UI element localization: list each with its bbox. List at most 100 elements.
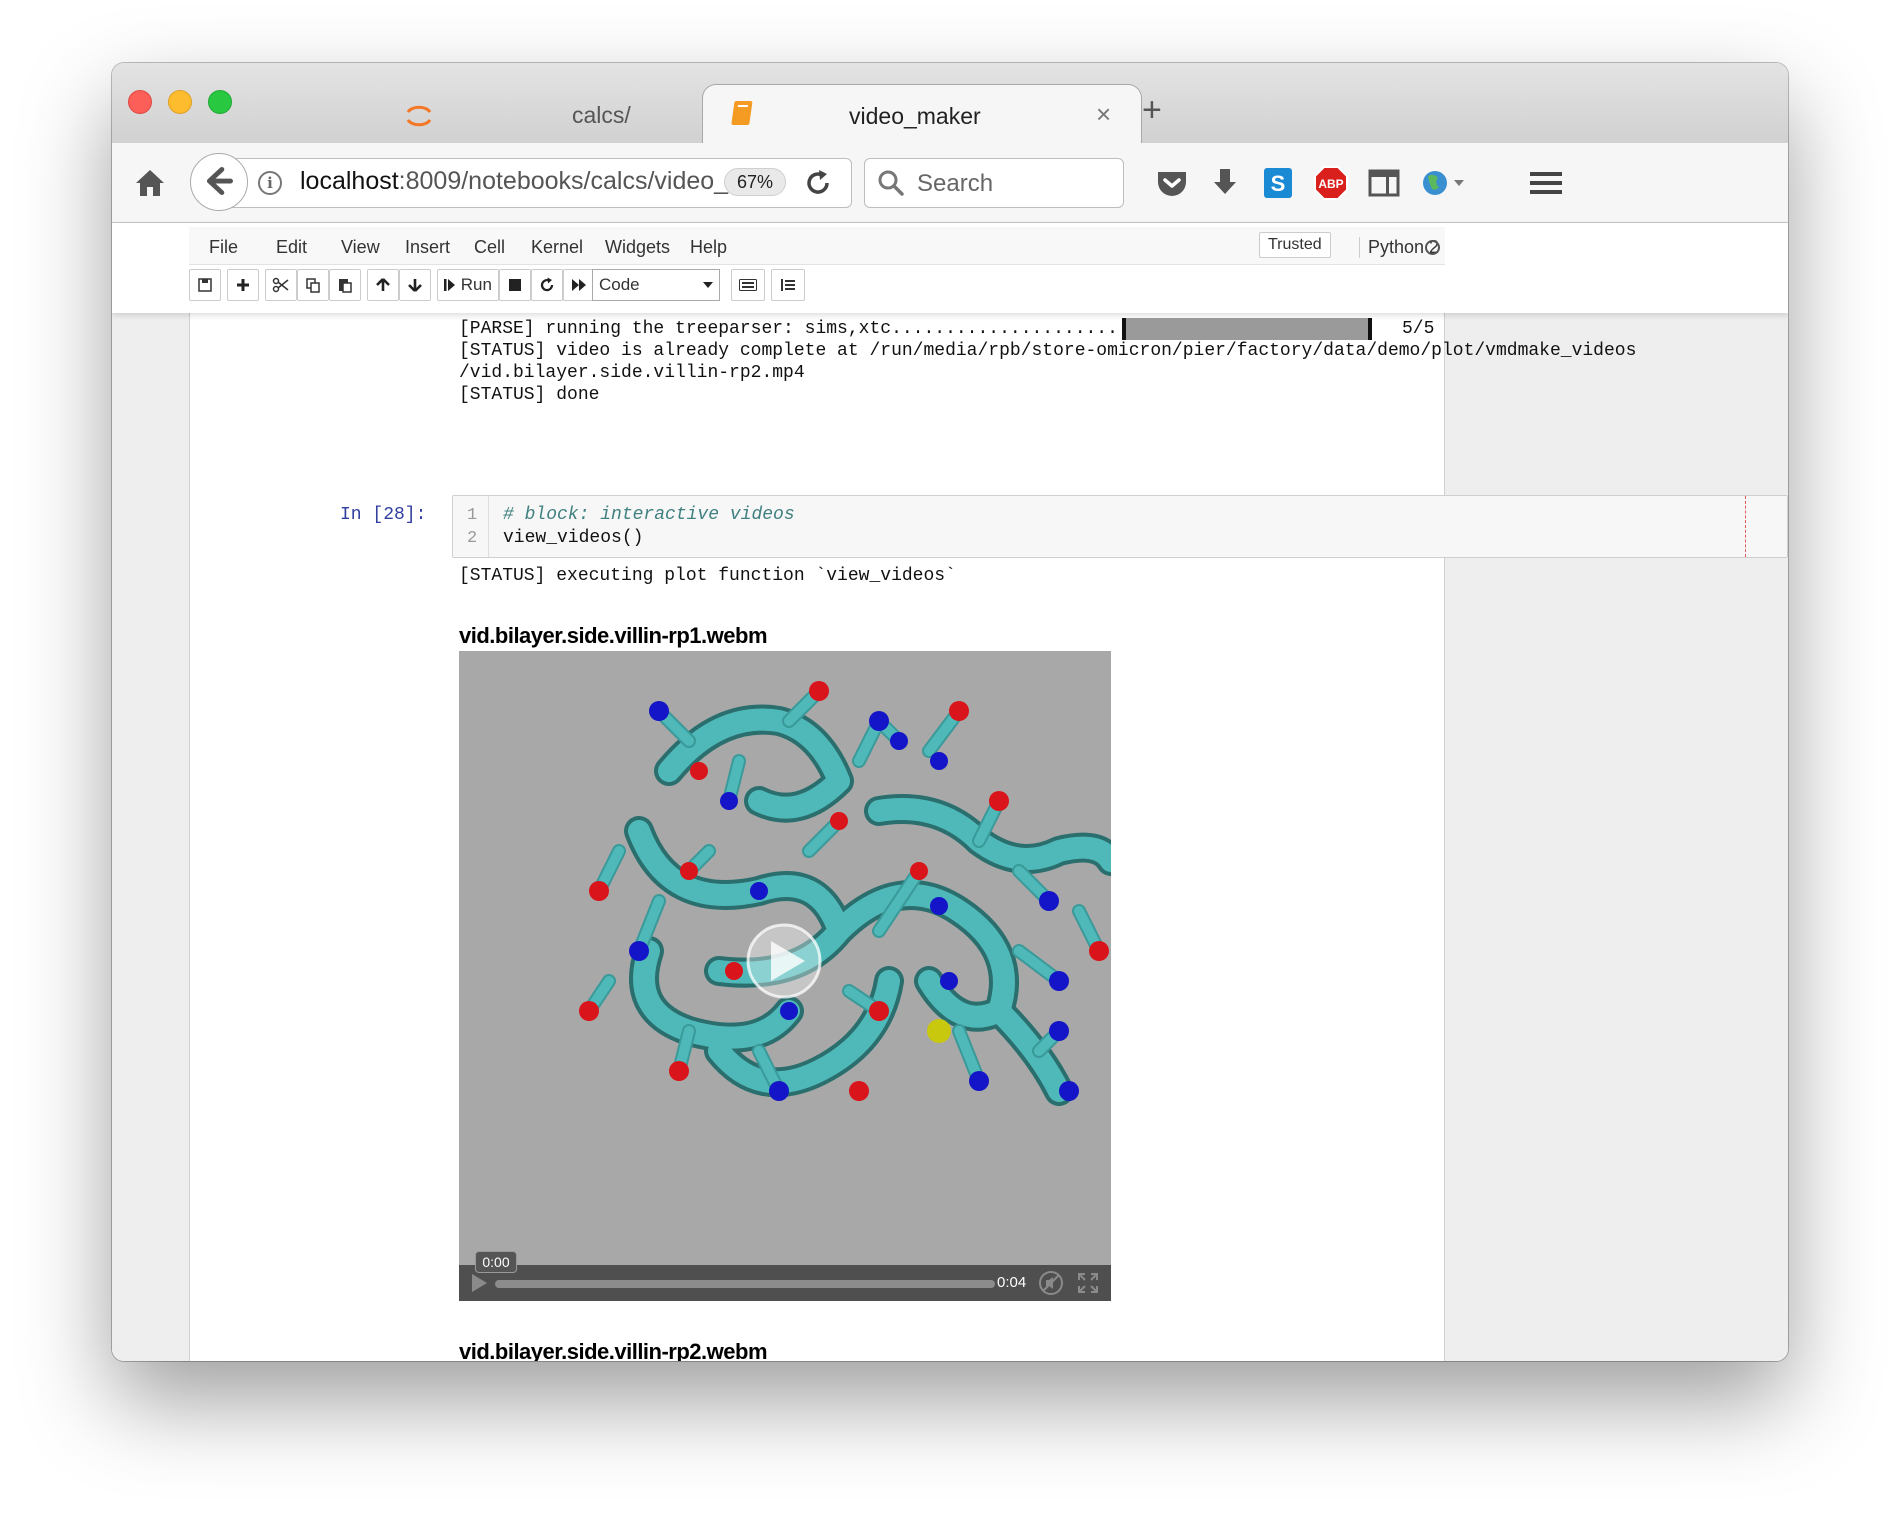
skype-icon[interactable]: S (1258, 163, 1298, 203)
reader-view-icon[interactable] (1364, 163, 1404, 203)
jupyter-menubar: File Edit View Insert Cell Kernel Widget… (189, 227, 1445, 265)
zoom-indicator[interactable]: 67% (724, 168, 786, 196)
notebook-icon (731, 101, 753, 125)
line-number: 2 (467, 529, 478, 548)
progress-bar (1122, 318, 1372, 340)
video-seek-bar[interactable] (495, 1280, 995, 1288)
restart-run-all-button[interactable] (563, 269, 595, 301)
code-line[interactable]: # block: interactive videos (503, 505, 795, 525)
video-duration: 0:04 (997, 1274, 1027, 1291)
arrow-left-icon (206, 167, 233, 196)
tab-strip: calcs/ × video_maker × + (112, 63, 1788, 143)
url-text[interactable]: localhost:8009/notebooks/calcs/video_m (300, 167, 749, 196)
paste-icon (339, 279, 352, 293)
stop-icon (509, 279, 521, 291)
kernel-idle-indicator (1425, 240, 1440, 255)
floppy-icon (198, 278, 212, 292)
line-number: 1 (467, 506, 478, 525)
menu-file[interactable]: File (209, 237, 238, 258)
cell-type-select[interactable]: Code (592, 269, 720, 301)
video-controls: 0:00 0:04 (459, 1251, 1111, 1301)
svg-text:ABP: ABP (1318, 177, 1343, 191)
arrow-down-icon (408, 279, 422, 292)
minimize-window-button[interactable] (168, 90, 192, 114)
arrow-up-icon (376, 278, 390, 291)
scissors-icon (272, 277, 289, 293)
trusted-badge[interactable]: Trusted (1259, 232, 1331, 258)
keyboard-icon (739, 279, 757, 291)
insert-cell-button[interactable] (227, 269, 259, 301)
list-numbered-icon (781, 279, 795, 291)
jupyter-header: File Edit View Insert Cell Kernel Widget… (112, 223, 1788, 313)
menu-view[interactable]: View (341, 237, 380, 258)
cut-button[interactable] (265, 269, 297, 301)
progress-count: 5/5 (1402, 319, 1435, 339)
output-line: /vid.bilayer.side.villin-rp2.mp4 (459, 363, 805, 383)
search-icon (878, 170, 904, 196)
fullscreen-icon[interactable] (1077, 1272, 1099, 1294)
move-up-button[interactable] (367, 269, 399, 301)
reload-icon[interactable] (802, 167, 834, 199)
nav-bar: i localhost:8009/notebooks/calcs/video_m… (112, 143, 1788, 223)
current-time-badge: 0:00 (475, 1251, 517, 1273)
new-tab-button[interactable]: + (1142, 93, 1162, 127)
move-down-button[interactable] (399, 269, 431, 301)
close-window-button[interactable] (128, 90, 152, 114)
caret-down-icon (703, 282, 713, 293)
menu-widgets[interactable]: Widgets (605, 237, 670, 258)
menu-edit[interactable]: Edit (276, 237, 307, 258)
current-time: 0:00 (482, 1254, 510, 1270)
video-title: vid.bilayer.side.villin-rp2.webm (459, 1339, 768, 1361)
copy-icon (306, 278, 320, 293)
search-placeholder: Search (917, 170, 994, 197)
line-length-ruler (1745, 496, 1746, 557)
interrupt-button[interactable] (499, 269, 531, 301)
adblock-plus-icon[interactable]: ABP (1311, 163, 1351, 203)
search-input[interactable]: Search (864, 158, 1124, 208)
code-cell[interactable]: 1 2 # block: interactive videos view_vid… (452, 495, 1788, 558)
tab-video-maker[interactable]: video_maker × (702, 84, 1142, 143)
menu-help[interactable]: Help (690, 237, 727, 258)
tab-close-icon[interactable]: × (1096, 99, 1111, 130)
command-palette-button[interactable] (731, 269, 765, 301)
play-icon[interactable] (467, 1271, 491, 1295)
browser-window: calcs/ × video_maker × + i localhost:800… (112, 63, 1788, 1361)
tab-title: video_maker (849, 103, 981, 129)
cell-output: [STATUS] executing plot function `view_v… (459, 566, 956, 586)
pocket-icon[interactable] (1152, 163, 1192, 203)
step-forward-icon (444, 279, 456, 291)
mute-icon[interactable] (1037, 1269, 1065, 1297)
globe-icon[interactable] (1418, 163, 1468, 203)
copy-button[interactable] (297, 269, 329, 301)
zoom-window-button[interactable] (208, 90, 232, 114)
play-overlay-icon[interactable] (746, 923, 822, 999)
paste-button[interactable] (329, 269, 361, 301)
svg-text:S: S (1271, 171, 1286, 196)
menu-kernel[interactable]: Kernel (531, 237, 583, 258)
protein-molecule-frame (579, 681, 1111, 1106)
toc-button[interactable] (771, 269, 805, 301)
video-title: vid.bilayer.side.villin-rp1.webm (459, 623, 768, 648)
menu-cell[interactable]: Cell (474, 237, 505, 258)
home-icon[interactable] (132, 165, 168, 201)
hamburger-menu-icon[interactable] (1526, 163, 1566, 203)
fast-forward-icon (572, 279, 586, 291)
download-icon[interactable] (1205, 163, 1245, 203)
plus-icon (237, 279, 249, 291)
video-player[interactable]: 0:00 0:04 (459, 651, 1111, 1301)
restart-kernel-button[interactable] (531, 269, 563, 301)
output-line: [PARSE] running the treeparser: sims,xtc… (459, 319, 1162, 339)
code-line[interactable]: view_videos() (503, 528, 643, 548)
refresh-icon (540, 277, 554, 292)
tab-title: calcs/ (572, 102, 631, 128)
input-prompt: In [28]: (340, 505, 427, 525)
run-label: Run (460, 275, 492, 294)
save-button[interactable] (189, 269, 221, 301)
cell-type-value: Code (599, 275, 640, 294)
menu-insert[interactable]: Insert (405, 237, 450, 258)
run-button[interactable]: Run (437, 269, 499, 301)
info-icon[interactable]: i (258, 171, 282, 195)
back-button[interactable] (190, 153, 248, 211)
output-line: [STATUS] done (459, 385, 600, 405)
output-line: [STATUS] video is already complete at /r… (459, 341, 1637, 361)
